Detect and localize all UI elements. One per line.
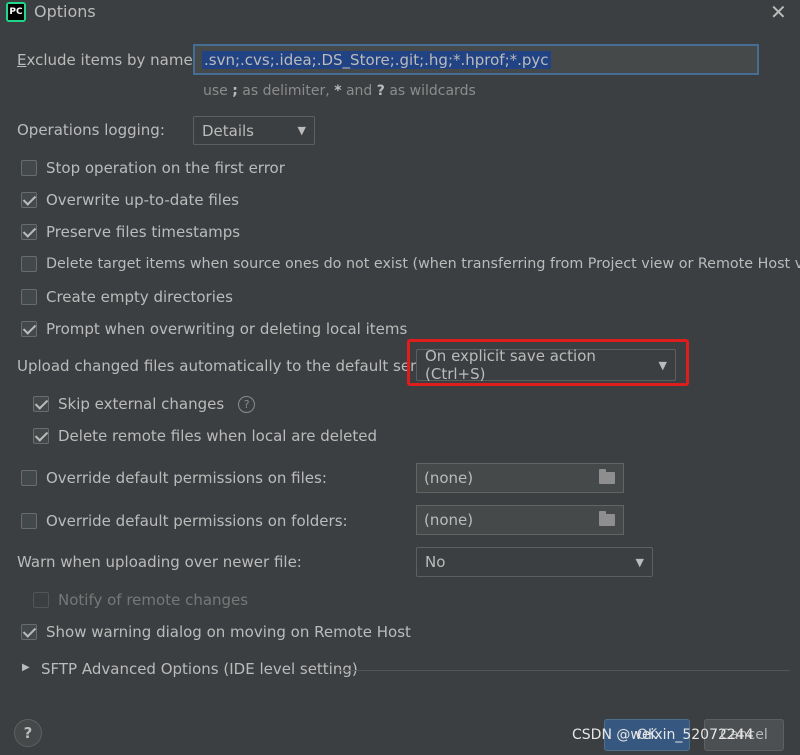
- chevron-down-icon: ▼: [658, 358, 667, 372]
- perm-folders-field[interactable]: (none): [416, 505, 624, 535]
- logging-select[interactable]: Details ▼: [193, 116, 315, 145]
- checkbox-label: Delete target items when source ones do …: [46, 256, 800, 272]
- warn-select[interactable]: No ▼: [416, 547, 653, 577]
- checkbox-box[interactable]: [33, 396, 49, 412]
- checkbox-box[interactable]: [21, 513, 37, 529]
- checkbox-label: Notify of remote changes: [58, 591, 249, 609]
- checkbox-label: Stop operation on the first error: [46, 159, 285, 177]
- checkbox-skip-external[interactable]: Skip external changes ?: [33, 395, 256, 413]
- checkbox-box[interactable]: [21, 256, 37, 272]
- app-icon-text: PC: [8, 4, 24, 20]
- perm-files-value: (none): [424, 469, 474, 487]
- checkbox-label: Overwrite up-to-date files: [46, 191, 240, 209]
- logging-select-value: Details: [202, 121, 255, 140]
- sftp-advanced-label[interactable]: SFTP Advanced Options (IDE level setting…: [41, 660, 358, 678]
- checkbox-delete-remote[interactable]: Delete remote files when local are delet…: [33, 427, 377, 445]
- upload-select-value: On explicit save action (Ctrl+S): [425, 347, 596, 383]
- hint-question: ?: [376, 83, 385, 99]
- checkbox-label: Preserve files timestamps: [46, 223, 241, 241]
- watermark: CSDN @weixin_52072244: [572, 727, 754, 743]
- close-icon[interactable]: ✕: [770, 0, 787, 24]
- chevron-down-icon: ▼: [297, 124, 306, 137]
- folder-icon[interactable]: [599, 469, 615, 484]
- checkbox-label: Prompt when overwriting or deleting loca…: [46, 320, 408, 338]
- checkbox-box[interactable]: [21, 321, 37, 337]
- checkbox-box[interactable]: [21, 224, 37, 240]
- logging-label: Operations logging:: [17, 121, 165, 139]
- window-title: Options: [34, 2, 96, 21]
- checkbox-create-empty-dirs[interactable]: Create empty directories: [21, 288, 233, 306]
- checkbox-label: Override default permissions on files:: [46, 469, 327, 487]
- checkbox-perm-folders[interactable]: Override default permissions on folders:: [21, 512, 348, 530]
- checkbox-label: Delete remote files when local are delet…: [58, 427, 378, 445]
- hint-part: as delimiter,: [237, 83, 335, 99]
- checkbox-label: Create empty directories: [46, 288, 233, 306]
- perm-files-field[interactable]: (none): [416, 463, 624, 493]
- warn-label: Warn when uploading over newer file:: [17, 553, 302, 571]
- separator: [340, 670, 790, 671]
- checkbox-box[interactable]: [21, 160, 37, 176]
- checkbox-box[interactable]: [21, 624, 37, 640]
- expand-arrow-icon[interactable]: ▶: [22, 662, 30, 673]
- upload-select[interactable]: On explicit save action (Ctrl+S) ▼: [416, 347, 676, 383]
- exclude-label: Exclude items by name:: [17, 51, 198, 69]
- perm-folders-value: (none): [424, 511, 474, 529]
- upload-label: Upload changed files automatically to th…: [17, 357, 441, 375]
- help-icon[interactable]: ?: [238, 395, 256, 413]
- checkbox-box[interactable]: [21, 289, 37, 305]
- checkbox-notify-remote: Notify of remote changes: [33, 591, 248, 609]
- checkbox-stop-on-error[interactable]: Stop operation on the first error: [21, 159, 285, 177]
- exclude-hint: use ; as delimiter, * and ? as wildcards: [203, 83, 476, 99]
- checkbox-overwrite[interactable]: Overwrite up-to-date files: [21, 191, 239, 209]
- exclude-label-text: xclude items by name:: [26, 51, 198, 69]
- hint-part: as wildcards: [384, 83, 476, 99]
- exclude-input-value: .svn;.cvs;.idea;.DS_Store;.git;.hg;*.hpr…: [202, 50, 551, 69]
- checkbox-prompt-overwrite[interactable]: Prompt when overwriting or deleting loca…: [21, 320, 407, 338]
- folder-icon[interactable]: [599, 511, 615, 526]
- checkbox-show-warning[interactable]: Show warning dialog on moving on Remote …: [21, 623, 411, 641]
- checkbox-label: Skip external changes: [58, 395, 225, 413]
- app-icon: PC: [6, 2, 26, 22]
- checkbox-box[interactable]: [21, 192, 37, 208]
- hint-star: *: [334, 83, 342, 99]
- checkbox-box[interactable]: [33, 428, 49, 444]
- exclude-input[interactable]: .svn;.cvs;.idea;.DS_Store;.git;.hg;*.hpr…: [193, 44, 759, 75]
- chevron-down-icon: ▼: [635, 555, 644, 569]
- checkbox-preserve-timestamps[interactable]: Preserve files timestamps: [21, 223, 240, 241]
- checkbox-label: Override default permissions on folders:: [46, 512, 348, 530]
- hint-part: use: [203, 83, 233, 99]
- checkbox-label: Show warning dialog on moving on Remote …: [46, 623, 411, 641]
- checkbox-box[interactable]: [21, 470, 37, 486]
- checkbox-delete-target[interactable]: Delete target items when source ones do …: [21, 256, 800, 272]
- hint-part: and: [341, 83, 377, 99]
- checkbox-box: [33, 592, 49, 608]
- warn-select-value: No: [425, 553, 446, 571]
- checkbox-perm-files[interactable]: Override default permissions on files:: [21, 469, 327, 487]
- help-button[interactable]: ?: [14, 719, 42, 747]
